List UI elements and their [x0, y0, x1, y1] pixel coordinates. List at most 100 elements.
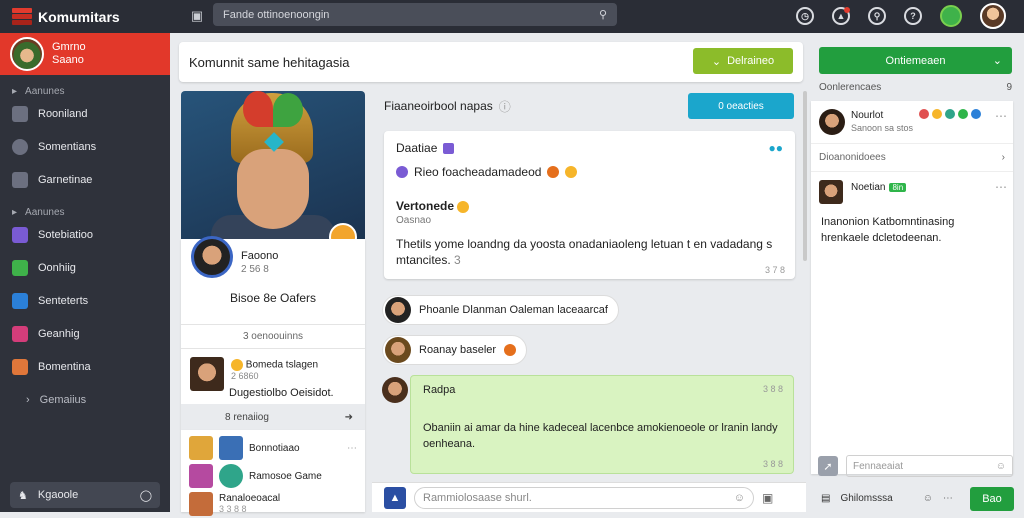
right-panel: Nourlot Sanoon sa stos ⋯ Dioanonidoees ›…: [811, 101, 1013, 474]
avatar: [385, 337, 411, 363]
thumbs-icon: [457, 200, 470, 213]
emoji-icon[interactable]: ☺: [923, 493, 933, 504]
right-panel-button[interactable]: Ontiemeaen ⌄: [819, 47, 1012, 74]
right-panel-message: Noetian 8in ⋯ Inanonion Katbomntinasing h…: [819, 180, 1007, 244]
more-icon[interactable]: ⋯: [347, 443, 357, 454]
sidebar-expand[interactable]: › Gemaiius: [0, 383, 170, 416]
mini-post[interactable]: Bomeda tslagen 2 6860 Dugestiolbo Oeisid…: [181, 348, 365, 404]
sidebar-item-2[interactable]: Somentians: [0, 130, 170, 163]
reactions: [919, 109, 981, 119]
chat-bubble-icon[interactable]: ●●: [769, 141, 784, 155]
right-panel-heading: Oonlerencaes: [819, 82, 882, 93]
sidebar: Gmrno Saano ▸ Aanunes Rooniland Somentian…: [0, 33, 170, 512]
arrow-right-icon[interactable]: ➜: [345, 412, 353, 423]
game-icon: [12, 358, 28, 375]
section-header[interactable]: ▸ Aanunes: [0, 196, 170, 218]
right-panel-count: 9: [1006, 82, 1012, 93]
page-title: Komunnit same hehitagasia: [189, 54, 350, 70]
reactions-button[interactable]: 0 oeacties: [688, 93, 794, 119]
chevron-right-icon: ›: [26, 393, 30, 406]
post-subtitle: Oasnao: [396, 215, 432, 226]
help-icon[interactable]: ?: [904, 7, 922, 25]
settings-icon: ◯: [139, 489, 152, 502]
game-icon: [12, 292, 28, 309]
emoji-icon[interactable]: ☺: [734, 492, 745, 504]
list-item[interactable]: Nourlot Sanoon sa stos ⋯: [811, 101, 1013, 144]
app-logo[interactable]: Komumitars: [0, 7, 180, 26]
sidebar-item-3[interactable]: Garnetinae: [0, 163, 170, 196]
chevron-right-icon: ▸: [12, 206, 18, 218]
post-count: 3: [454, 253, 461, 267]
sidebar-item-4[interactable]: Sotebiatioo: [0, 218, 170, 251]
verified-icon: [443, 142, 455, 154]
sidebar-item-1[interactable]: Rooniland: [0, 97, 170, 130]
avatar: [10, 37, 44, 71]
avatar: [819, 180, 843, 204]
post-body: Thetils yome loandng da yoosta onadaniao…: [396, 237, 773, 267]
attach-icon[interactable]: ▲: [384, 486, 406, 509]
status-avatar[interactable]: [940, 5, 962, 27]
section-header[interactable]: ▸ Aanunes: [0, 75, 170, 97]
hero-image: [181, 91, 365, 239]
search-icon[interactable]: ⚲: [868, 7, 886, 25]
card-footer-count: 8 renaiiog: [225, 411, 269, 423]
user-avatar[interactable]: [980, 3, 1006, 29]
profile-card-name: Faoono: [241, 250, 279, 262]
gear-icon: [12, 171, 28, 188]
sidebar-profile[interactable]: Gmrno Saano: [0, 33, 170, 75]
more-icon[interactable]: ⋯: [995, 180, 1007, 194]
message-pill[interactable]: Roanay baseler: [382, 335, 528, 365]
profile-action-link[interactable]: Bisoe 8e Oafers: [181, 291, 365, 305]
fire-icon: [547, 166, 560, 178]
more-icon[interactable]: ⋯: [995, 109, 1007, 123]
emoji-icon: ☺: [995, 460, 1006, 472]
message-avatar[interactable]: [382, 375, 408, 405]
sidebar-toggle-icon[interactable]: ▣: [188, 7, 206, 25]
game-icon: [12, 259, 28, 276]
header-dropdown-button[interactable]: ⌄ Delraineo: [693, 48, 793, 74]
list-item[interactable]: Ranaloeoacal 3 3 8 8: [189, 490, 357, 518]
status-icon: [396, 166, 408, 178]
sidebar-bottom-button[interactable]: ♞ Kgaoole ◯: [10, 482, 160, 508]
right-panel-input[interactable]: Fennaeaiat ☺: [846, 455, 1013, 477]
chevron-down-icon: ⌄: [992, 55, 1002, 67]
search-icon: ⚲: [598, 9, 607, 21]
sidebar-item-8[interactable]: Bomentina: [0, 350, 170, 383]
sidebar-item-6[interactable]: Senteterts: [0, 284, 170, 317]
post-title: Vertonede: [396, 199, 455, 213]
post-card: Daatiae ●● Rieo foacheadamadeod Vertonede…: [384, 131, 795, 279]
search-input[interactable]: Fande ottinoenoongin ⚲: [213, 3, 617, 26]
grid-icon: [12, 105, 28, 122]
avatar[interactable]: [191, 236, 233, 278]
right-panel-link[interactable]: Dioanonidoees ›: [811, 144, 1013, 172]
send-button[interactable]: Bao: [970, 486, 1014, 511]
message-body: Obaniin ai amar da hine kadeceal lacenbc…: [423, 422, 778, 450]
sidebar-item-5[interactable]: Oonhiig: [0, 251, 170, 284]
scrollbar[interactable]: [803, 91, 807, 261]
bell-icon[interactable]: ▲: [832, 7, 850, 25]
search-placeholder: Fande ottinoenoongin: [223, 8, 330, 21]
gallery-icon[interactable]: ▤: [821, 493, 830, 504]
message-pill[interactable]: Phoanle Dlanman Oaleman laceaarcaf: [382, 295, 619, 325]
message-composer: ▲ Rammiolosaase shurl. ☺ ▣: [372, 482, 806, 512]
sidebar-item-7[interactable]: Geanhig: [0, 317, 170, 350]
list-item[interactable]: Ramosoe Game: [189, 462, 357, 490]
right-panel-footer: ▤ Ghilomsssa ☺ ⋯ Bao: [811, 485, 1024, 512]
avatar: [190, 357, 224, 391]
profile-name: Gmrno: [52, 41, 86, 53]
highlighted-message: Radpa 3 8 8 Obaniin ai amar da hine kade…: [410, 375, 794, 474]
chevron-down-icon: ⌄: [711, 55, 722, 68]
more-icon[interactable]: ⋯: [943, 493, 953, 504]
game-icon: [12, 226, 28, 243]
pin-icon[interactable]: ➚: [818, 456, 838, 476]
clock-icon[interactable]: ◷: [796, 7, 814, 25]
profile-meta[interactable]: 3 oenoouinns: [181, 324, 365, 348]
message-input[interactable]: Rammiolosaase shurl. ☺: [414, 486, 754, 509]
list-item[interactable]: Bonnotiaao ⋯: [189, 434, 357, 462]
feed-title: Fiaaneoirbool napas: [384, 99, 493, 113]
reaction-icon: [504, 344, 517, 356]
game-icon: [12, 325, 28, 342]
image-icon[interactable]: ▣: [762, 491, 773, 505]
info-icon[interactable]: ⓘ: [499, 98, 511, 115]
message-author: Radpa: [423, 384, 456, 396]
